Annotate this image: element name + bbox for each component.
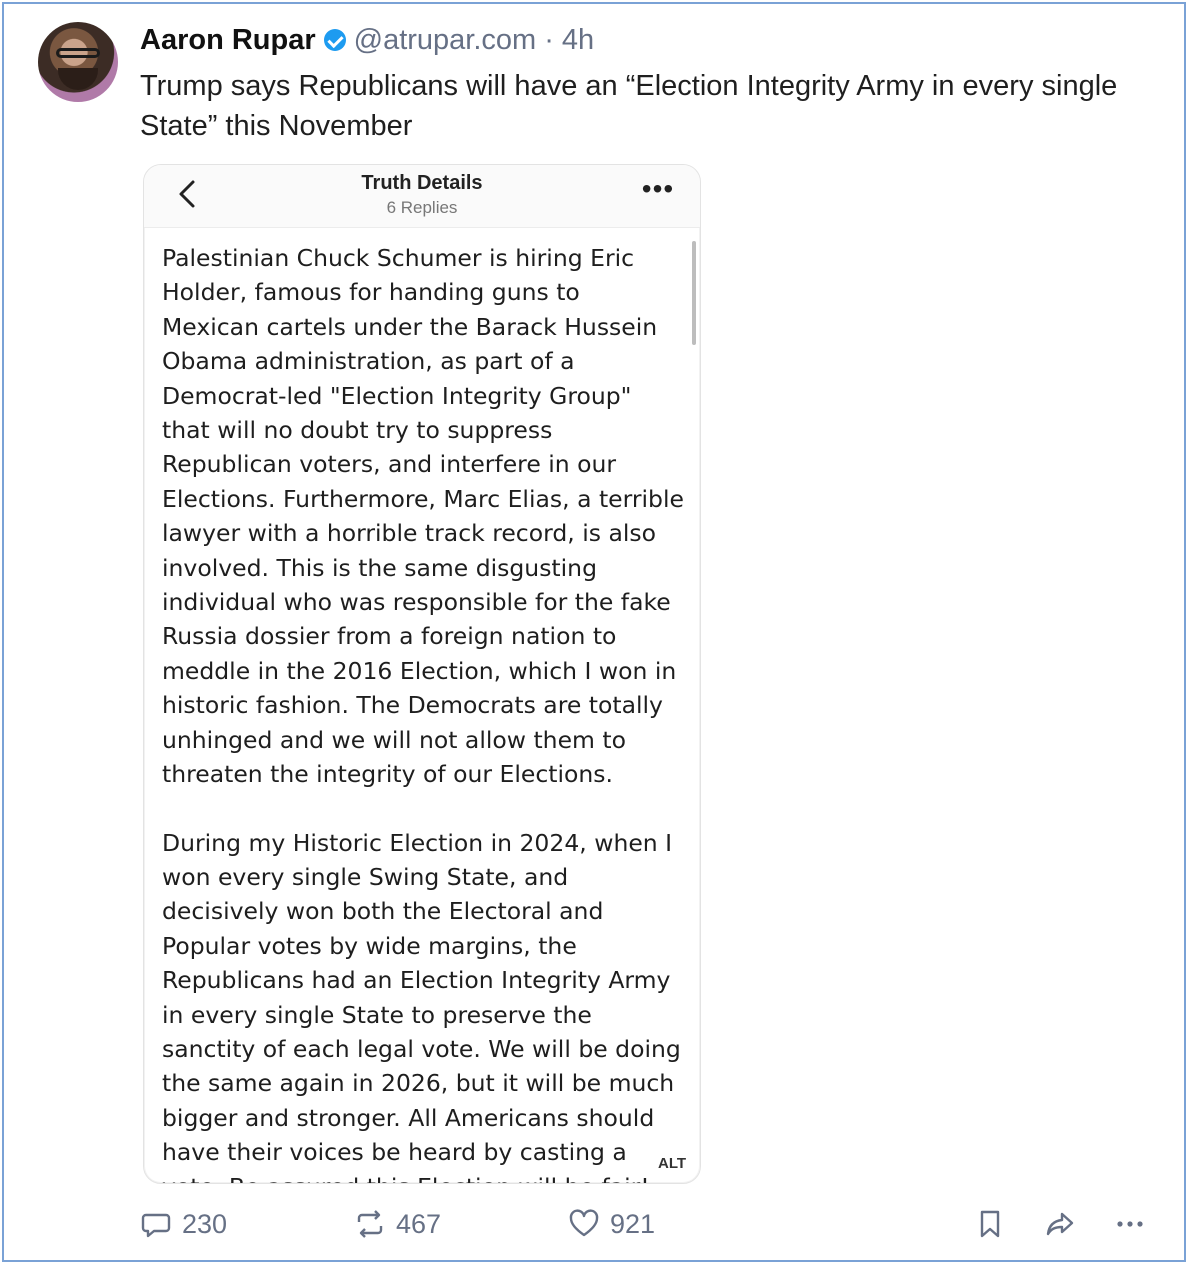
author-name[interactable]: Aaron Rupar xyxy=(140,24,316,57)
repost-count: 467 xyxy=(396,1208,442,1239)
like-count: 921 xyxy=(610,1208,656,1239)
body-paragraph: Palestinian Chuck Schumer is hiring Eric… xyxy=(162,244,684,789)
avatar[interactable] xyxy=(38,22,118,102)
post-header: Aaron Rupar @atrupar.com · 4h xyxy=(140,22,594,58)
repost-button[interactable]: 467 xyxy=(354,1204,441,1244)
alt-badge[interactable]: ALT xyxy=(658,1155,686,1172)
post-time[interactable]: 4h xyxy=(562,24,594,57)
verified-icon xyxy=(323,29,346,51)
avatar-beard xyxy=(58,68,98,90)
scrollbar[interactable] xyxy=(692,241,696,345)
reply-button[interactable]: 230 xyxy=(140,1204,227,1244)
action-bar: 230 467 921 xyxy=(140,1204,1160,1244)
reply-count: 230 xyxy=(182,1208,228,1239)
card-title: Truth Details xyxy=(361,172,483,194)
post-text: Trump says Republicans will have an “Ele… xyxy=(140,70,1118,142)
like-icon xyxy=(569,1209,599,1237)
card-body: Palestinian Chuck Schumer is hiring Eric… xyxy=(162,241,684,1184)
avatar-glasses xyxy=(56,48,100,58)
repost-icon xyxy=(357,1210,383,1238)
bookmark-icon[interactable] xyxy=(972,1206,1008,1242)
separator: · xyxy=(544,23,554,56)
like-button[interactable]: 921 xyxy=(568,1204,655,1244)
embedded-image-card[interactable]: Truth Details 6 Replies ••• Palestinian … xyxy=(143,164,701,1184)
author-handle[interactable]: @atrupar.com xyxy=(354,24,537,57)
share-icon[interactable] xyxy=(1042,1206,1078,1242)
body-paragraph: During my Historic Election in 2024, whe… xyxy=(162,828,681,1184)
card-header: Truth Details 6 Replies ••• xyxy=(144,165,700,228)
more-icon[interactable]: ••• xyxy=(638,175,678,209)
reply-icon xyxy=(141,1213,171,1238)
more-options-icon[interactable] xyxy=(1112,1206,1148,1242)
card-subtitle: 6 Replies xyxy=(386,198,458,217)
